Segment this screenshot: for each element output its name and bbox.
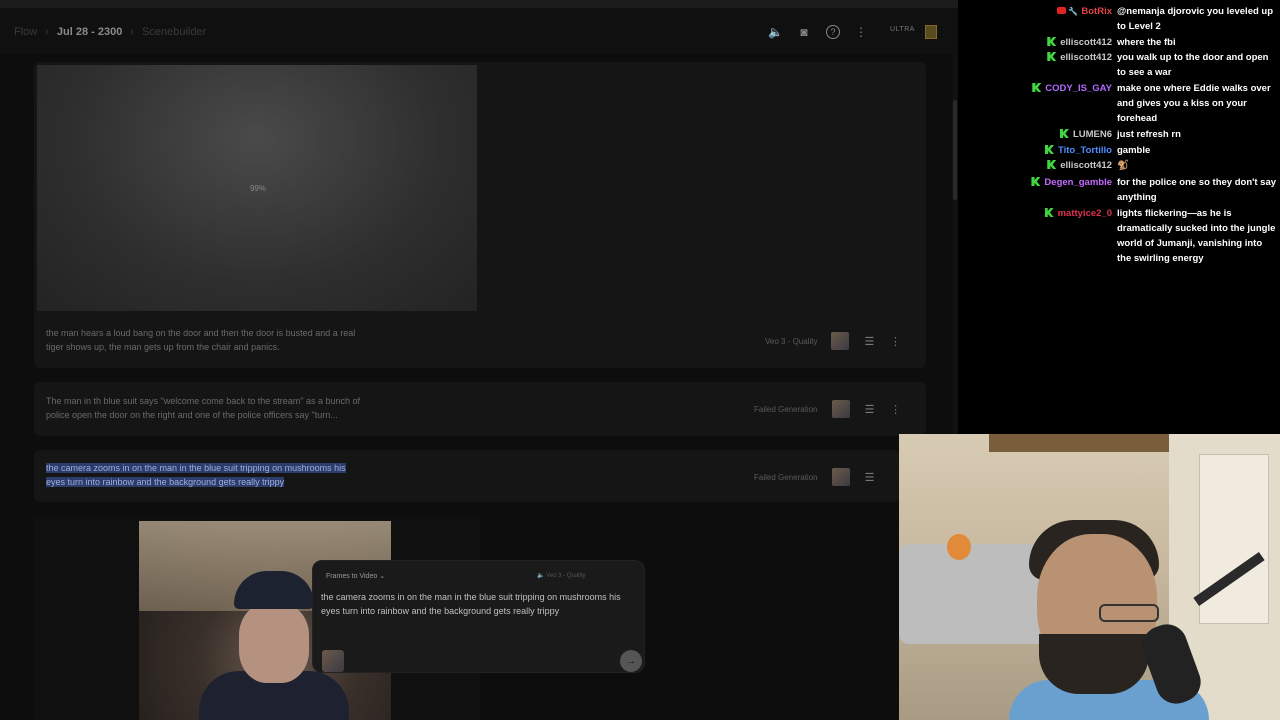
discord-icon[interactable]: ◙ [797, 25, 811, 39]
frame-thumbnail[interactable] [322, 650, 344, 672]
chat-username-text: elliscott412 [1060, 160, 1112, 171]
chat-username-text: BotRix [1081, 6, 1112, 17]
more-icon[interactable]: ⋮ [890, 403, 902, 416]
chat-username-text: LUMEN6 [1072, 129, 1112, 140]
chevron-down-icon: ⌄ [379, 573, 386, 580]
kick-badge-icon [1047, 52, 1057, 61]
model-label: Veo 3 - Quality [546, 573, 586, 579]
kick-badge-icon [1044, 208, 1054, 217]
browser-top-strip [0, 0, 958, 8]
ultra-badge: ULTRA [890, 26, 915, 33]
status-label: Failed Generation [754, 404, 818, 414]
generation-card: the camera zooms in on the man in the bl… [34, 450, 900, 502]
reference-thumbnail[interactable] [831, 468, 850, 486]
prompt-text[interactable]: the camera zooms in on the man in the bl… [46, 462, 386, 489]
prompt-composer: Frames to Video ⌄ 🔈 Veo 3 - Quality the … [312, 560, 645, 673]
chat-message-text: make one where Eddie walks over and give… [1117, 83, 1271, 124]
reference-thumbnail[interactable] [831, 332, 850, 350]
kick-badge-icon [1047, 37, 1057, 46]
mode-label: Frames to Video [326, 573, 378, 580]
progress-label: 99% [250, 184, 267, 193]
speaker-icon: 🔈 [537, 573, 545, 579]
breadcrumb: Flow › Jul 28 - 2300 › Scenebuilder [14, 26, 206, 38]
breadcrumb-tab[interactable]: Scenebuilder [142, 26, 206, 38]
card-actions: Failed Generation ☰ [754, 468, 876, 486]
reference-thumbnail[interactable] [831, 400, 850, 418]
reuse-prompt-icon[interactable]: ☰ [864, 403, 876, 416]
user-avatar[interactable] [925, 25, 937, 39]
webcam-overlay [899, 434, 1280, 720]
help-icon[interactable]: ? [826, 25, 840, 39]
chat-username[interactable]: mattyice2_0 [1044, 206, 1112, 221]
selected-text: the camera zooms in on the man in the bl… [46, 463, 346, 473]
model-label: Veo 3 - Quality [765, 336, 818, 346]
arrow-right-icon: → [625, 655, 637, 667]
kick-badge-icon [1031, 177, 1041, 186]
breadcrumb-root[interactable]: Flow [14, 26, 37, 38]
selected-text: eyes turn into rainbow and the backgroun… [46, 476, 285, 487]
chat-username-text: elliscott412 [1060, 52, 1112, 63]
chat-message-text: just refresh rn [1117, 129, 1181, 140]
generation-card: 99% the man hears a loud bang on the doo… [34, 62, 926, 368]
kick-badge-icon [1059, 129, 1069, 138]
kick-badge-icon [1047, 160, 1057, 169]
mode-dropdown[interactable]: Frames to Video ⌄ [326, 572, 385, 580]
chat-username[interactable]: CODY_IS_GAY [1032, 81, 1112, 96]
breadcrumb-project[interactable]: Jul 28 - 2300 [57, 26, 122, 38]
send-button[interactable]: → [620, 650, 642, 672]
stream-chat: 🔧 BotRix @nemanja djorovic you leveled up … [958, 0, 1280, 434]
speaker-icon[interactable]: 🔈 [768, 25, 783, 39]
chat-username-text: CODY_IS_GAY [1045, 83, 1112, 94]
chat-username[interactable]: elliscott412 [1047, 50, 1112, 65]
chat-username[interactable]: elliscott412 [1047, 35, 1112, 50]
prompt-text[interactable]: the man hears a loud bang on the door an… [46, 327, 366, 354]
chat-message-text: @nemanja djorovic you leveled up to Leve… [1117, 6, 1274, 32]
reuse-prompt-icon[interactable]: ☰ [863, 335, 875, 348]
youtube-badge-icon [1057, 7, 1067, 14]
status-label: Failed Generation [754, 472, 818, 482]
wrench-badge-icon: 🔧 [1068, 7, 1079, 16]
chat-message-text: where the fbi [1117, 37, 1176, 48]
card-actions: Veo 3 - Quality ☰ ⋮ [765, 332, 901, 350]
video-preview[interactable]: 99% [37, 65, 477, 311]
chat-username[interactable]: elliscott412 [1047, 158, 1112, 173]
chat-message-text: gamble [1117, 145, 1151, 156]
chat-username-text: Tito_Tortillo [1057, 145, 1112, 156]
scrollbar-thumb[interactable] [953, 100, 957, 200]
chat-message-text: for the police one so they don't say any… [1117, 177, 1277, 203]
more-icon[interactable]: ⋮ [854, 25, 868, 39]
prompt-input[interactable]: the camera zooms in on the man in the bl… [321, 591, 631, 618]
breadcrumb-separator: › [130, 26, 135, 38]
kick-badge-icon [1032, 83, 1042, 92]
chat-username[interactable]: 🔧 BotRix [1057, 4, 1112, 19]
more-icon[interactable]: ⋮ [889, 335, 901, 348]
chat-message-text: you walk up to the door and open to see … [1117, 52, 1269, 78]
reuse-prompt-icon[interactable]: ☰ [864, 471, 876, 484]
chat-username-text: elliscott412 [1060, 37, 1112, 48]
breadcrumb-separator: › [45, 26, 49, 38]
generation-card: The man in th blue suit says "welcome co… [34, 382, 926, 436]
chat-username-text: mattyice2_0 [1057, 208, 1112, 219]
chat-username[interactable]: LUMEN6 [1059, 127, 1112, 142]
chat-username[interactable]: Degen_gamble [1031, 175, 1112, 190]
card-actions: Failed Generation ☰ ⋮ [754, 400, 902, 418]
chat-message-text: lights flickering—as he is dramatically … [1117, 208, 1276, 264]
prompt-text[interactable]: The man in th blue suit says "welcome co… [46, 395, 366, 422]
chat-message-text: 🐒 [1117, 160, 1129, 171]
chat-username[interactable]: Tito_Tortillo [1044, 143, 1112, 158]
kick-badge-icon [1044, 145, 1054, 154]
model-selector[interactable]: 🔈 Veo 3 - Quality [537, 572, 586, 579]
chat-username-text: Degen_gamble [1044, 177, 1112, 188]
top-bar: Flow › Jul 28 - 2300 › Scenebuilder 🔈 ◙ … [0, 8, 958, 54]
browser-app: Flow › Jul 28 - 2300 › Scenebuilder 🔈 ◙ … [0, 0, 958, 720]
